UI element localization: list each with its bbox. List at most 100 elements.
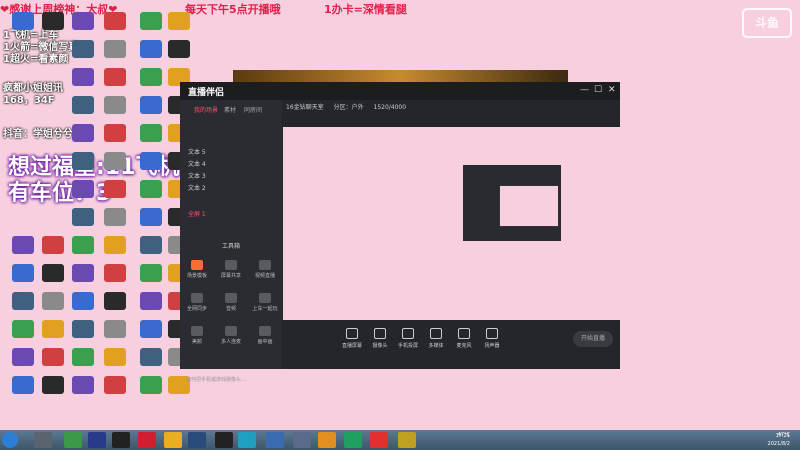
- scene-item[interactable]: 文本 4: [188, 159, 206, 168]
- desktop-shortcut-icon[interactable]: [104, 236, 126, 254]
- phone-cast-button[interactable]: 手机投屏: [395, 328, 421, 349]
- media-button[interactable]: 多媒体: [423, 328, 449, 349]
- desktop-shortcut-icon[interactable]: [104, 40, 126, 58]
- chrome-icon[interactable]: [164, 432, 182, 448]
- tool-sync[interactable]: 全网同步: [184, 293, 210, 312]
- tab-scenes[interactable]: 我的场景: [194, 105, 218, 114]
- tool-scene-template[interactable]: 场景模板: [184, 260, 210, 279]
- desktop-shortcut-icon[interactable]: [140, 12, 162, 30]
- desktop-shortcut-icon[interactable]: [140, 40, 162, 58]
- taskbar-app-icon[interactable]: [266, 432, 284, 448]
- taskbar-app-icon[interactable]: [215, 432, 233, 448]
- desktop-shortcut-icon[interactable]: [140, 292, 162, 310]
- close-icon[interactable]: ✕: [608, 85, 616, 95]
- desktop-shortcut-icon[interactable]: [140, 96, 162, 114]
- desktop-shortcut-icon[interactable]: [140, 208, 162, 226]
- taskbar-app-icon[interactable]: [318, 432, 336, 448]
- screen-source-button[interactable]: 直播屏幕: [339, 328, 365, 349]
- desktop-shortcut-icon[interactable]: [104, 376, 126, 394]
- desktop-shortcut-icon[interactable]: [72, 292, 94, 310]
- taskbar-app-icon[interactable]: [138, 432, 156, 448]
- scene-item[interactable]: 文本 2: [188, 183, 206, 192]
- tool-play-together[interactable]: 上车一起玩: [252, 293, 278, 312]
- desktop-shortcut-icon[interactable]: [12, 348, 34, 366]
- speaker-button[interactable]: 扬声器: [479, 328, 505, 349]
- desktop-shortcut-icon[interactable]: [72, 124, 94, 142]
- desktop-shortcut-icon[interactable]: [42, 236, 64, 254]
- desktop-shortcut-icon[interactable]: [72, 152, 94, 170]
- tool-screen-share[interactable]: 屏幕共享: [218, 260, 244, 279]
- taskbar-app-icon[interactable]: [64, 432, 82, 448]
- desktop-shortcut-icon[interactable]: [104, 292, 126, 310]
- desktop-shortcut-icon[interactable]: [104, 264, 126, 282]
- taskbar-app-icon[interactable]: [34, 432, 52, 448]
- desktop-shortcut-icon[interactable]: [72, 68, 94, 86]
- microphone-button[interactable]: 麦克风: [451, 328, 477, 349]
- tab-materials[interactable]: 素材: [224, 105, 236, 114]
- desktop-shortcut-icon[interactable]: [140, 180, 162, 198]
- desktop-shortcut-icon[interactable]: [12, 12, 34, 30]
- desktop-shortcut-icon[interactable]: [42, 292, 64, 310]
- desktop-shortcut-icon[interactable]: [140, 348, 162, 366]
- scene-item[interactable]: 文本 5: [188, 147, 206, 156]
- steam-icon[interactable]: [188, 432, 206, 448]
- desktop-shortcut-icon[interactable]: [42, 320, 64, 338]
- taskbar-app-icon[interactable]: [344, 432, 362, 448]
- taskbar-app-icon[interactable]: [398, 432, 416, 448]
- desktop-shortcut-icon[interactable]: [140, 68, 162, 86]
- desktop-shortcut-icon[interactable]: [104, 68, 126, 86]
- desktop-shortcut-icon[interactable]: [42, 348, 64, 366]
- desktop-shortcut-icon[interactable]: [140, 376, 162, 394]
- desktop-shortcut-icon[interactable]: [72, 208, 94, 226]
- scene-item[interactable]: 文本 3: [188, 171, 206, 180]
- desktop-shortcut-icon[interactable]: [72, 40, 94, 58]
- desktop-shortcut-icon[interactable]: [140, 152, 162, 170]
- desktop-shortcut-icon[interactable]: [104, 208, 126, 226]
- desktop-shortcut-icon[interactable]: [140, 236, 162, 254]
- desktop-shortcut-icon[interactable]: [72, 320, 94, 338]
- desktop-shortcut-icon[interactable]: [42, 12, 64, 30]
- desktop-shortcut-icon[interactable]: [72, 96, 94, 114]
- desktop-shortcut-icon[interactable]: [104, 348, 126, 366]
- desktop-shortcut-icon[interactable]: [12, 264, 34, 282]
- desktop-shortcut-icon[interactable]: [104, 96, 126, 114]
- tool-multi-mic[interactable]: 多人连麦: [218, 326, 244, 345]
- desktop-shortcut-icon[interactable]: [104, 320, 126, 338]
- clock[interactable]: 17:21 2021/8/2: [768, 432, 790, 448]
- taskbar-app-icon[interactable]: [238, 432, 256, 448]
- desktop-shortcut-icon[interactable]: [104, 180, 126, 198]
- camera-button[interactable]: 摄像头: [367, 328, 393, 349]
- maximize-icon[interactable]: ☐: [594, 85, 602, 95]
- desktop-shortcut-icon[interactable]: [12, 320, 34, 338]
- tab-room[interactable]: 同房间: [244, 105, 262, 114]
- desktop-shortcut-icon[interactable]: [72, 348, 94, 366]
- desktop-shortcut-icon[interactable]: [12, 236, 34, 254]
- desktop-shortcut-icon[interactable]: [12, 292, 34, 310]
- taskbar-app-icon[interactable]: [293, 432, 311, 448]
- taskbar-app-icon[interactable]: [112, 432, 130, 448]
- desktop-shortcut-icon[interactable]: [12, 376, 34, 394]
- start-live-button[interactable]: 开始直播: [573, 331, 613, 347]
- desktop-shortcut-icon[interactable]: [168, 12, 190, 30]
- scene-item-selected[interactable]: 全屏 1: [188, 209, 206, 218]
- desktop-shortcut-icon[interactable]: [104, 152, 126, 170]
- tool-pip[interactable]: 画中画: [252, 326, 278, 345]
- desktop-shortcut-icon[interactable]: [72, 376, 94, 394]
- desktop-shortcut-icon[interactable]: [168, 40, 190, 58]
- taskbar-app-icon[interactable]: [88, 432, 106, 448]
- desktop-shortcut-icon[interactable]: [72, 236, 94, 254]
- desktop-shortcut-icon[interactable]: [104, 124, 126, 142]
- tool-audio[interactable]: 音频: [218, 293, 244, 312]
- tool-video-live[interactable]: 视频直播: [252, 260, 278, 279]
- footer-hint[interactable]: 如何把手机或游戏摄像头...: [186, 376, 246, 383]
- desktop-shortcut-icon[interactable]: [140, 264, 162, 282]
- desktop-shortcut-icon[interactable]: [72, 264, 94, 282]
- desktop-shortcut-icon[interactable]: [42, 376, 64, 394]
- desktop-shortcut-icon[interactable]: [140, 124, 162, 142]
- tool-beauty[interactable]: 美颜: [184, 326, 210, 345]
- desktop-shortcut-icon[interactable]: [140, 320, 162, 338]
- start-button[interactable]: [2, 432, 18, 448]
- desktop-shortcut-icon[interactable]: [72, 180, 94, 198]
- minimize-icon[interactable]: —: [580, 85, 589, 95]
- desktop-shortcut-icon[interactable]: [104, 12, 126, 30]
